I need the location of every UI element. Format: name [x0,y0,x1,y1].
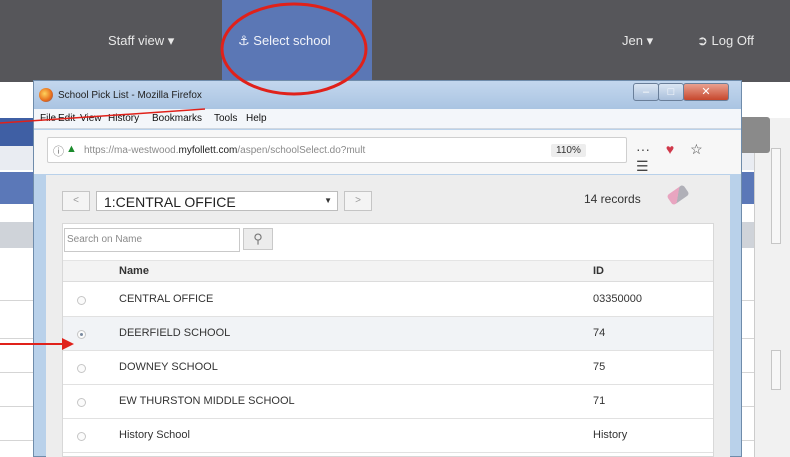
background-scrollbar[interactable] [771,350,781,390]
table-row[interactable]: DEERFIELD SCHOOL 74 [63,317,713,351]
school-name: DOWNEY SCHOOL [119,361,218,373]
background-scrollbar[interactable] [771,148,781,244]
school-name: EW THURSTON MIDDLE SCHOOL [119,395,295,407]
school-dropdown-value: 1:CENTRAL OFFICE [104,194,236,210]
menu-icon[interactable]: ☰ [636,158,649,174]
pocket-icon[interactable]: ♥ [666,141,674,157]
lock-icon: ▲ [66,143,77,155]
browser-toolbar: ⓘ ▲ https://ma-westwood.myfollett.com/as… [34,130,741,174]
school-pick-list-window: School Pick List - Mozilla Firefox – □ ✕… [33,80,742,457]
window-title-bar[interactable]: School Pick List - Mozilla Firefox – □ ✕ [34,81,741,109]
menu-help[interactable]: Help [246,113,267,124]
screen: Staff view ▾ ⚓︎ Select school Jen ▾ ➲ Lo… [0,0,790,457]
school-list-panel: Search on Name ⚲ Name ID CENTRAL OFFICE … [62,223,714,457]
url-suffix: /aspen/schoolSelect.do?mult [237,145,366,156]
next-school-button[interactable]: > [344,191,372,211]
bell-icon: ⚓︎ [238,33,250,48]
school-name: History School [119,429,190,441]
url-text: https://ma-westwood.myfollett.com/aspen/… [84,145,514,156]
column-header-id[interactable]: ID [593,265,604,277]
school-name: CENTRAL OFFICE [119,293,214,305]
logoff-link[interactable]: ➲ Log Off [697,33,754,49]
minimize-button[interactable]: – [633,83,659,101]
row-radio[interactable] [77,398,86,407]
close-button[interactable]: ✕ [683,83,729,101]
menu-view[interactable]: View [80,113,102,124]
search-placeholder: Search on Name [67,234,143,245]
school-id: 71 [593,395,606,407]
row-radio[interactable] [77,364,86,373]
school-id: History [593,429,628,441]
row-radio[interactable] [77,432,86,441]
menu-bookmarks[interactable]: Bookmarks [152,113,202,124]
search-icon: ⚲ [253,231,263,246]
menu-edit[interactable]: Edit [58,113,75,124]
select-school-label: ⚓︎ Select school [238,33,331,49]
row-radio[interactable] [77,330,86,339]
table-row[interactable]: DOWNEY SCHOOL 75 [63,351,713,385]
pick-list-content: < 1:CENTRAL OFFICE ▼ > 14 records Search… [46,175,730,457]
select-school-text: Select school [253,33,331,48]
school-id: 75 [593,361,606,373]
info-icon[interactable]: ⓘ [53,143,64,159]
zoom-level[interactable]: 110% [551,144,586,157]
search-input[interactable]: Search on Name [64,228,240,252]
table-row[interactable]: CENTRAL OFFICE 03350000 [63,283,713,317]
window-controls: – □ ✕ [633,83,735,101]
app-top-bar: Staff view ▾ ⚓︎ Select school Jen ▾ ➲ Lo… [0,0,790,82]
search-button[interactable]: ⚲ [243,228,273,250]
maximize-button[interactable]: □ [658,83,684,101]
url-bar[interactable]: ⓘ ▲ https://ma-westwood.myfollett.com/as… [47,137,627,163]
overflow-menu-icon[interactable]: ··· [636,141,650,157]
menu-file[interactable]: File [40,113,56,124]
star-icon[interactable]: ☆ [690,141,703,157]
chevron-down-icon: ▼ [324,196,332,205]
column-header-name[interactable]: Name [119,265,149,277]
window-title: School Pick List - Mozilla Firefox [58,90,202,101]
firefox-icon [39,88,53,102]
browser-menu-bar: File Edit View History Bookmarks Tools H… [34,109,741,129]
table-row[interactable]: History School History [63,419,713,453]
school-id: 03350000 [593,293,642,305]
browser-toolbar-icons: ··· ♥ ☆ ☰ [636,141,741,175]
row-radio[interactable] [77,296,86,305]
url-domain: myfollett.com [178,145,238,156]
previous-school-button[interactable]: < [62,191,90,211]
staff-view-menu[interactable]: Staff view ▾ [108,33,174,49]
school-id: 74 [593,327,606,339]
select-school-button[interactable]: ⚓︎ Select school [222,0,372,82]
logoff-label: Log Off [711,33,754,48]
table-header: Name ID [63,260,713,282]
menu-tools[interactable]: Tools [214,113,237,124]
menu-history[interactable]: History [108,113,139,124]
eraser-icon[interactable] [666,184,690,206]
table-row[interactable]: EW THURSTON MIDDLE SCHOOL 71 [63,385,713,419]
records-count: 14 records [584,192,641,206]
user-menu[interactable]: Jen ▾ [622,33,653,49]
logoff-icon: ➲ [697,33,708,48]
school-name: DEERFIELD SCHOOL [119,327,231,339]
url-prefix: https://ma-westwood. [84,145,179,156]
school-dropdown[interactable]: 1:CENTRAL OFFICE ▼ [96,191,338,211]
